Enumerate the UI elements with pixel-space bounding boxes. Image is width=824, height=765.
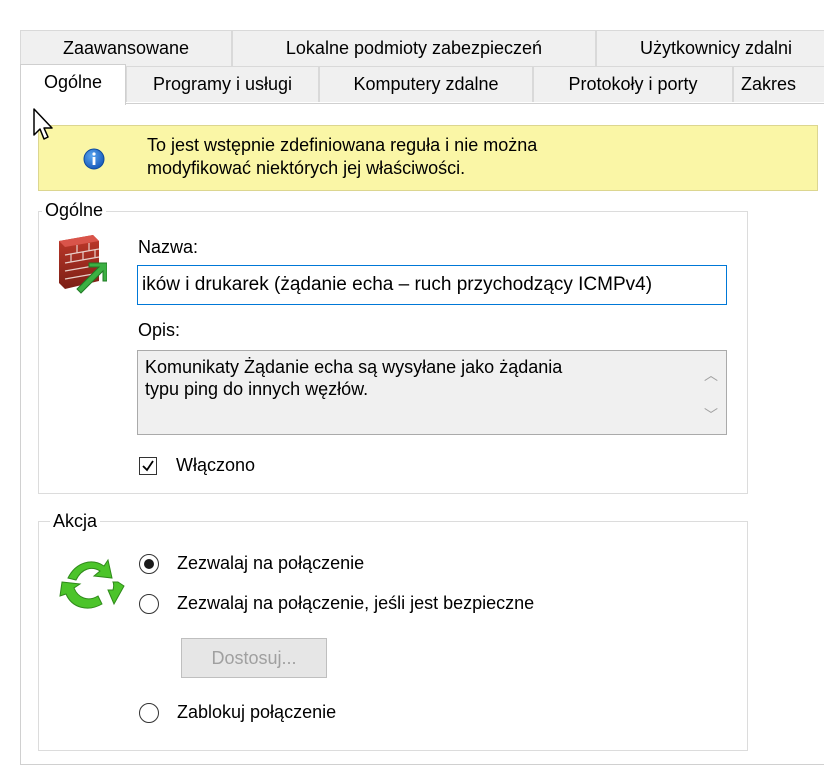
description-line1: Komunikaty Żądanie echa są wysyłane jako… — [145, 357, 563, 377]
block-connection-label[interactable]: Zablokuj połączenie — [177, 702, 336, 723]
tab-advanced[interactable]: Zaawansowane — [20, 30, 232, 66]
recycle-arrows-icon — [59, 558, 125, 609]
info-text-line2: modyfikować niektórych jej właściwości. — [147, 158, 466, 178]
tab-label: Protokoły i porty — [568, 74, 698, 94]
scroll-down-icon[interactable]: ﹀ — [704, 405, 718, 425]
name-field[interactable]: ików i drukarek (żądanie echa – ruch prz… — [137, 265, 727, 305]
tab-label: Programy i usługi — [152, 74, 293, 94]
block-connection-radio[interactable] — [139, 703, 159, 723]
allow-connection-radio[interactable] — [139, 554, 159, 574]
info-text-line1: To jest wstępnie zdefiniowana reguła i n… — [147, 135, 538, 155]
tab-general[interactable]: Ogólne — [20, 64, 126, 105]
allow-if-secure-radio[interactable] — [139, 594, 159, 614]
firewall-icon — [59, 235, 107, 294]
description-field[interactable]: Komunikaty Żądanie echa są wysyłane jako… — [137, 350, 727, 435]
tab-label: Zakres — [741, 74, 797, 94]
tab-local-principals[interactable]: Lokalne podmioty zabezpieczeń — [232, 30, 596, 66]
tab-label: Zaawansowane — [62, 38, 190, 58]
allow-connection-label[interactable]: Zezwalaj na połączenie — [177, 553, 364, 574]
info-banner: To jest wstępnie zdefiniowana reguła i n… — [38, 125, 818, 191]
action-group-title: Akcja — [50, 511, 101, 532]
info-icon — [83, 148, 105, 170]
tab-label: Ogólne — [43, 72, 103, 92]
tab-programs-services[interactable]: Programy i usługi — [126, 66, 319, 102]
enabled-checkbox[interactable] — [139, 457, 157, 475]
tab-label: Komputery zdalne — [353, 74, 499, 94]
tab-scope[interactable]: Zakres — [733, 66, 824, 102]
general-group-title: Ogólne — [42, 200, 107, 221]
tab-label: Lokalne podmioty zabezpieczeń — [285, 38, 543, 58]
description-label: Opis: — [138, 320, 181, 340]
allow-if-secure-label[interactable]: Zezwalaj na połączenie, jeśli jest bezpi… — [177, 593, 534, 614]
enabled-label[interactable]: Włączono — [176, 455, 255, 476]
tab-label: Użytkownicy zdalni — [639, 38, 793, 58]
tab-remote-computers[interactable]: Komputery zdalne — [319, 66, 533, 102]
mouse-cursor-icon — [33, 108, 53, 140]
description-line2: typu ping do innych węzłów. — [145, 379, 369, 399]
tab-remote-users[interactable]: Użytkownicy zdalni — [596, 30, 824, 66]
tab-protocols-ports[interactable]: Protokoły i porty — [533, 66, 733, 102]
customize-button[interactable]: Dostosuj... — [181, 638, 327, 678]
scroll-up-icon[interactable]: ︿ — [704, 365, 718, 385]
name-label: Nazwa: — [138, 237, 199, 257]
checkmark-icon — [142, 460, 154, 472]
